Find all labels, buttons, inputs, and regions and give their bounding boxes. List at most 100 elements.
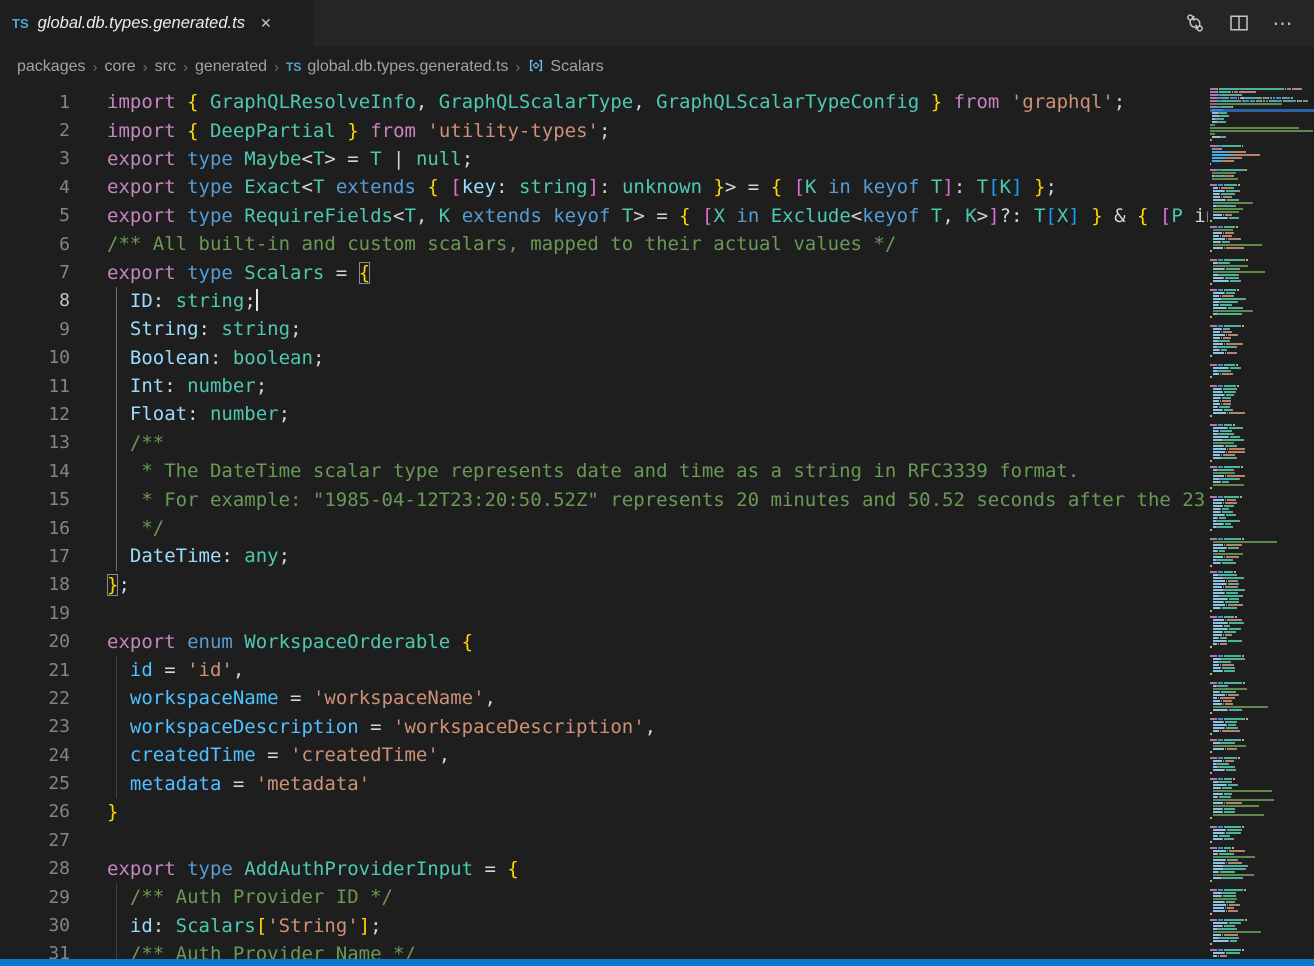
code-text: workspaceDescription = 'workspaceDescrip… [107, 716, 656, 738]
line-number[interactable]: 5 [0, 205, 70, 226]
line-number[interactable]: 11 [0, 376, 70, 397]
line-number[interactable]: 13 [0, 432, 70, 453]
code-text: ID: string; [107, 289, 258, 312]
code-line[interactable]: 30 id: Scalars['String']; [0, 911, 1208, 939]
line-number[interactable]: 12 [0, 404, 70, 425]
code-line[interactable]: 19 [0, 599, 1208, 627]
line-number[interactable]: 26 [0, 801, 70, 822]
code-line[interactable]: 11 Int: number; [0, 372, 1208, 400]
minimap[interactable] [1210, 88, 1314, 959]
line-number[interactable]: 2 [0, 120, 70, 141]
code-line[interactable]: 29 /** Auth Provider ID */ [0, 883, 1208, 911]
split-editor-button[interactable] [1224, 8, 1254, 38]
code-line[interactable]: 17 DateTime: any; [0, 542, 1208, 570]
breadcrumb: packages › core › src › generated › TS g… [0, 46, 1314, 88]
code-line[interactable]: 10 Boolean: boolean; [0, 344, 1208, 372]
code-text: }; [107, 574, 130, 596]
code-line[interactable]: 6/** All built-in and custom scalars, ma… [0, 230, 1208, 258]
code-line[interactable]: 2import { DeepPartial } from 'utility-ty… [0, 116, 1208, 144]
code-line[interactable]: 26} [0, 798, 1208, 826]
code-line[interactable]: 22 workspaceName = 'workspaceName', [0, 684, 1208, 712]
code-line[interactable]: 15 * For example: "1985-04-12T23:20:50.5… [0, 485, 1208, 513]
breadcrumb-item-packages[interactable]: packages [17, 58, 86, 76]
line-number[interactable]: 29 [0, 887, 70, 908]
line-number[interactable]: 4 [0, 177, 70, 198]
code-line[interactable]: 8 ID: string; [0, 287, 1208, 315]
code-text: export type Exact<T extends { [key: stri… [107, 176, 1057, 198]
breadcrumb-item-scalars[interactable]: Scalars [550, 58, 603, 76]
code-text: export enum WorkspaceOrderable { [107, 631, 473, 653]
code-text: Float: number; [107, 403, 290, 425]
chevron-right-icon: › [183, 59, 188, 76]
line-number[interactable]: 24 [0, 745, 70, 766]
code-line[interactable]: 5 export type RequireFields<T, K extends … [0, 202, 1208, 230]
code-text: Boolean: boolean; [107, 347, 324, 369]
line-number[interactable]: 30 [0, 915, 70, 936]
tab-global-db-types-generated-ts[interactable]: TS global.db.types.generated.ts ✕ [0, 0, 313, 46]
line-number[interactable]: 16 [0, 518, 70, 539]
line-number[interactable]: 27 [0, 830, 70, 851]
line-number[interactable]: 20 [0, 631, 70, 652]
editor[interactable]: 1import { GraphQLResolveInfo, GraphQLSca… [0, 88, 1208, 959]
code-line[interactable]: 1import { GraphQLResolveInfo, GraphQLSca… [0, 88, 1208, 116]
code-line[interactable]: 4 export type Exact<T extends { [key: str… [0, 173, 1208, 201]
code-line[interactable]: 25 metadata = 'metadata' [0, 769, 1208, 797]
line-number[interactable]: 28 [0, 858, 70, 879]
code-line[interactable]: 20 export enum WorkspaceOrderable { [0, 627, 1208, 655]
typescript-icon: TS [286, 60, 301, 74]
breadcrumb-item-core[interactable]: core [105, 58, 136, 76]
line-number[interactable]: 8 [0, 290, 70, 311]
tab-filename: global.db.types.generated.ts [38, 14, 245, 33]
code-line[interactable]: 24 createdTime = 'createdTime', [0, 741, 1208, 769]
minimap-cursor-line [1210, 109, 1314, 112]
line-number[interactable]: 9 [0, 319, 70, 340]
code-line[interactable]: 7export type Scalars = { [0, 258, 1208, 286]
code-text: export type Maybe<T> = T | null; [107, 148, 473, 170]
line-number[interactable]: 10 [0, 347, 70, 368]
text-cursor [256, 289, 258, 311]
open-changes-button[interactable] [1180, 8, 1210, 38]
typescript-icon: TS [12, 16, 29, 31]
line-number[interactable]: 21 [0, 660, 70, 681]
code-line[interactable]: 13 /** [0, 429, 1208, 457]
more-actions-button[interactable]: ⋯ [1268, 8, 1298, 38]
code-line[interactable]: 31 /** Auth Provider Name */ [0, 940, 1208, 959]
line-number[interactable]: 6 [0, 234, 70, 255]
breadcrumb-item-src[interactable]: src [155, 58, 176, 76]
line-number[interactable]: 3 [0, 148, 70, 169]
code-line[interactable]: 12 Float: number; [0, 400, 1208, 428]
code-line[interactable]: 28 export type AddAuthProviderInput = { [0, 855, 1208, 883]
code-line[interactable]: 18}; [0, 571, 1208, 599]
line-number[interactable]: 17 [0, 546, 70, 567]
code-line[interactable]: 9 String: string; [0, 315, 1208, 343]
line-number[interactable]: 25 [0, 773, 70, 794]
line-number[interactable]: 1 [0, 92, 70, 113]
code-line[interactable]: 16 */ [0, 514, 1208, 542]
line-number[interactable]: 19 [0, 603, 70, 624]
code-line[interactable]: 14 * The DateTime scalar type represents… [0, 457, 1208, 485]
code-line[interactable]: 23 workspaceDescription = 'workspaceDesc… [0, 713, 1208, 741]
line-number[interactable]: 7 [0, 262, 70, 283]
line-number[interactable]: 31 [0, 943, 70, 959]
editor-actions: ⋯ [1180, 0, 1314, 46]
line-number[interactable]: 23 [0, 716, 70, 737]
line-number[interactable]: 18 [0, 574, 70, 595]
code-text: id: Scalars['String']; [107, 915, 382, 937]
code-line[interactable]: 3 export type Maybe<T> = T | null; [0, 145, 1208, 173]
chevron-right-icon: › [143, 59, 148, 76]
split-editor-icon [1229, 13, 1249, 33]
line-number[interactable]: 14 [0, 461, 70, 482]
code-text: export type RequireFields<T, K extends k… [107, 205, 1208, 227]
close-icon[interactable]: ✕ [260, 15, 272, 32]
code-text: createdTime = 'createdTime', [107, 744, 450, 766]
line-number[interactable]: 15 [0, 489, 70, 510]
line-number[interactable]: 22 [0, 688, 70, 709]
code-line[interactable]: 21 id = 'id', [0, 656, 1208, 684]
code-text: workspaceName = 'workspaceName', [107, 687, 496, 709]
code-lines: 1import { GraphQLResolveInfo, GraphQLSca… [0, 88, 1208, 959]
code-text: export type AddAuthProviderInput = { [107, 858, 519, 880]
breadcrumb-item-filename[interactable]: global.db.types.generated.ts [307, 58, 508, 76]
breadcrumb-item-generated[interactable]: generated [195, 58, 267, 76]
code-line[interactable]: 27 [0, 826, 1208, 854]
chevron-right-icon: › [274, 59, 279, 76]
